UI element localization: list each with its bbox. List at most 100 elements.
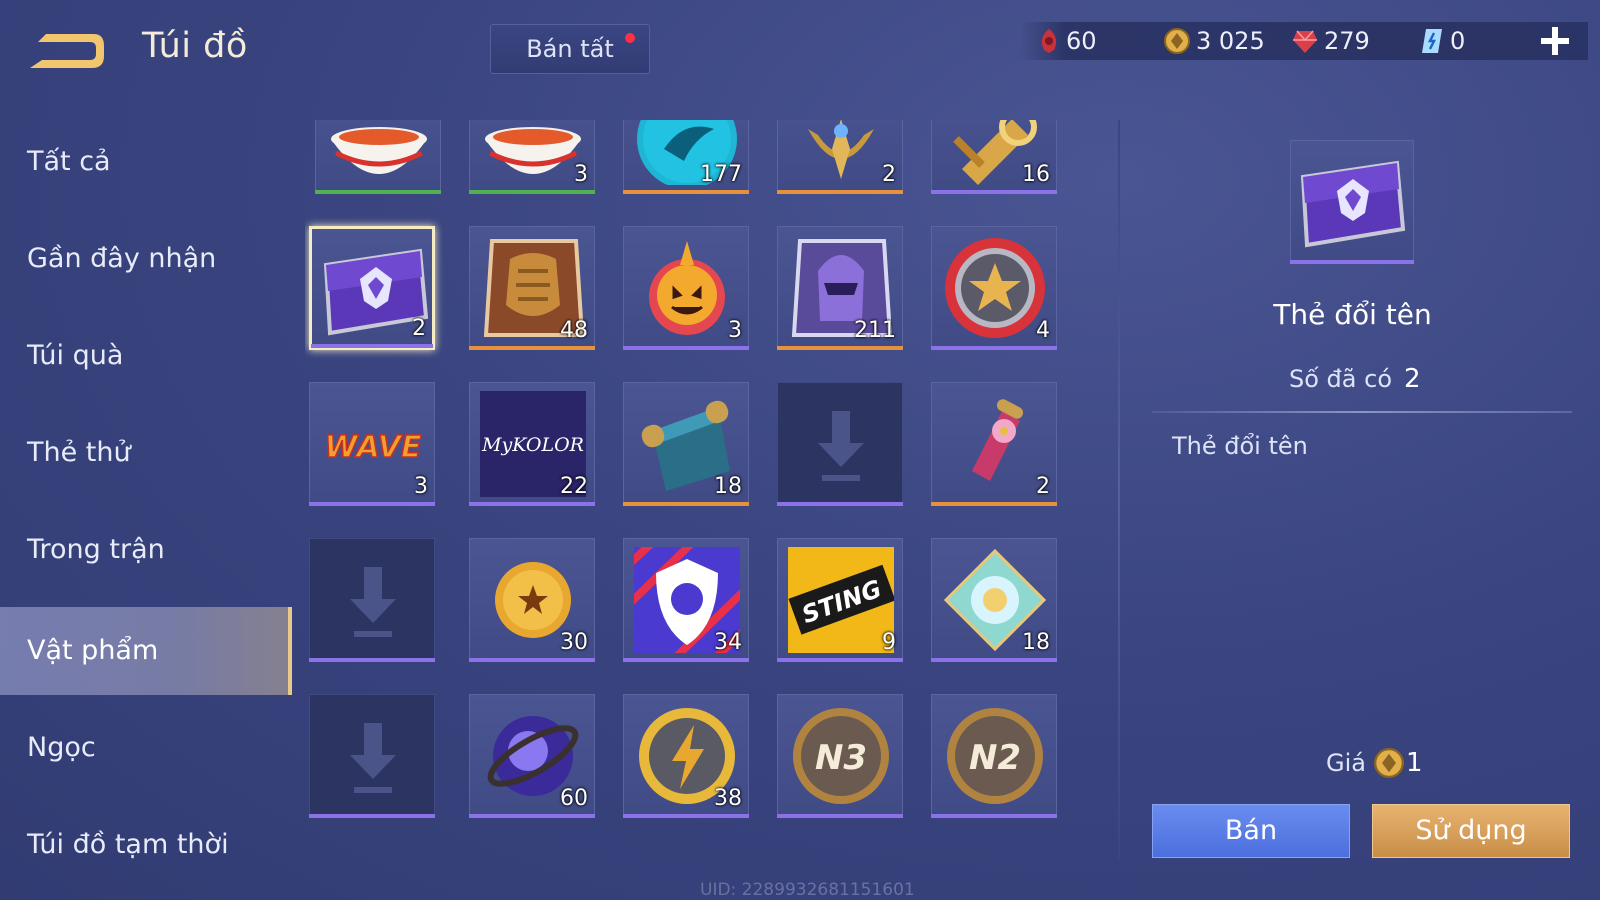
item-slot-selected[interactable]: 2 [309, 226, 435, 350]
owned-count: Số đã có 2 [1289, 364, 1421, 394]
sell-button[interactable]: Bán [1152, 804, 1350, 858]
rarity-bar [469, 814, 595, 818]
item-slot[interactable]: 18 [623, 382, 749, 506]
item-count: 30 [560, 630, 588, 655]
item-slot[interactable]: 60 [469, 694, 595, 818]
item-count: 9 [882, 630, 896, 655]
download-placeholder-icon [818, 411, 864, 481]
item-slot[interactable] [315, 120, 441, 194]
rarity-bar [309, 658, 435, 662]
rarity-bar [311, 344, 433, 348]
item-slot[interactable]: WAVE 3 [309, 382, 435, 506]
item-slot[interactable]: 177 [623, 120, 749, 194]
rarity-bar [623, 658, 749, 662]
rarity-bar [931, 190, 1057, 194]
detail-item-name: Thẻ đổi tên [1273, 298, 1432, 331]
sidebar-item-in-match[interactable]: Trong trận [0, 506, 292, 594]
item-slot-placeholder[interactable] [309, 538, 435, 662]
rarity-bar [777, 346, 903, 350]
panel-divider [1118, 120, 1120, 860]
item-slot[interactable]: 48 [469, 226, 595, 350]
rarity-bar [1290, 260, 1414, 264]
rarity-bar [623, 346, 749, 350]
wave-logo-icon: WAVE [324, 429, 423, 466]
item-slot[interactable]: 34 [623, 538, 749, 662]
rarity-bar [469, 502, 595, 506]
rarity-bar [777, 814, 903, 818]
ruby-value: 279 [1324, 27, 1370, 55]
sidebar-item-gems[interactable]: Ngọc [0, 704, 292, 792]
item-slot[interactable]: 4 [931, 226, 1057, 350]
noodle-bowl-icon [485, 127, 581, 174]
item-slot[interactable]: MyKOLOR 22 [469, 382, 595, 506]
sell-all-button[interactable]: Bán tất [490, 24, 650, 74]
item-slot[interactable]: 3 [623, 226, 749, 350]
sidebar-item-recent[interactable]: Gần đây nhận [0, 215, 292, 303]
price-value: 1 [1405, 748, 1423, 778]
item-description: Thẻ đổi tên [1172, 432, 1308, 460]
item-slot-placeholder[interactable] [309, 694, 435, 818]
item-count: 4 [1036, 318, 1050, 343]
item-count: 2 [882, 162, 896, 187]
sting-logo-icon: STING [788, 547, 894, 653]
item-count: 48 [560, 318, 588, 343]
item-count: 2 [1036, 474, 1050, 499]
item-count: 38 [714, 786, 742, 811]
rarity-bar [777, 502, 903, 506]
sidebar-item-gift-bags[interactable]: Túi quà [0, 312, 292, 400]
sidebar-item-items[interactable]: Vật phẩm [0, 607, 292, 695]
currency-crystal: 0 [1420, 22, 1465, 60]
rarity-bar [469, 190, 595, 194]
item-slot[interactable]: 38 [623, 694, 749, 818]
item-slot[interactable]: 30 [469, 538, 595, 662]
item-count: 211 [854, 318, 896, 343]
back-button[interactable] [28, 30, 108, 72]
rename-card-icon [1300, 160, 1405, 248]
currency-voucher: 60 [1038, 22, 1097, 60]
plus-icon [1541, 27, 1569, 55]
rarity-bar [309, 502, 435, 506]
item-slot[interactable]: N2 [931, 694, 1057, 818]
rarity-bar [623, 190, 749, 194]
rarity-bar [469, 658, 595, 662]
price-row: Giá 1 [1326, 748, 1423, 778]
download-placeholder-icon [350, 723, 396, 793]
item-count: 3 [728, 318, 742, 343]
svg-text:N2: N2 [969, 738, 1021, 778]
item-slot[interactable]: 16 [931, 120, 1057, 194]
price-label: Giá [1326, 749, 1366, 777]
item-slot[interactable]: N3 [777, 694, 903, 818]
currency-ruby: 279 [1292, 22, 1370, 60]
item-slot[interactable]: 2 [931, 382, 1057, 506]
use-button[interactable]: Sử dụng [1372, 804, 1570, 858]
gold-coin-icon [1164, 28, 1190, 54]
item-slot[interactable]: 2 [777, 120, 903, 194]
item-slot[interactable]: 211 [777, 226, 903, 350]
gold-value: 3 025 [1196, 27, 1265, 55]
item-slot[interactable]: 18 [931, 538, 1057, 662]
item-count: 18 [714, 474, 742, 499]
item-slot[interactable]: 3 [469, 120, 595, 194]
back-arrow-icon [30, 34, 104, 68]
rarity-bar [777, 658, 903, 662]
sidebar-item-trial-cards[interactable]: Thẻ thử [0, 409, 292, 497]
item-count: 16 [1022, 162, 1050, 187]
golden-crest-icon [808, 120, 874, 179]
user-id: UID: 2289932681151601 [700, 880, 915, 900]
svg-text:MyKOLOR: MyKOLOR [481, 434, 584, 456]
item-count: 3 [414, 474, 428, 499]
sidebar-item-temporary[interactable]: Túi đồ tạm thời [0, 801, 292, 889]
svg-text:N3: N3 [815, 738, 867, 778]
page-title: Túi đồ [142, 26, 248, 66]
sidebar-item-all[interactable]: Tất cả [0, 118, 292, 206]
item-slot-placeholder[interactable] [777, 382, 903, 506]
item-slot[interactable]: STING 9 [777, 538, 903, 662]
add-currency-button[interactable] [1538, 24, 1572, 58]
blossom-scroll-icon [972, 399, 1024, 481]
rarity-bar [469, 346, 595, 350]
item-count: 18 [1022, 630, 1050, 655]
star-medal-icon [945, 238, 1045, 338]
detail-item-icon [1290, 140, 1414, 264]
noodle-bowl-icon [331, 127, 427, 174]
rarity-bar [623, 502, 749, 506]
